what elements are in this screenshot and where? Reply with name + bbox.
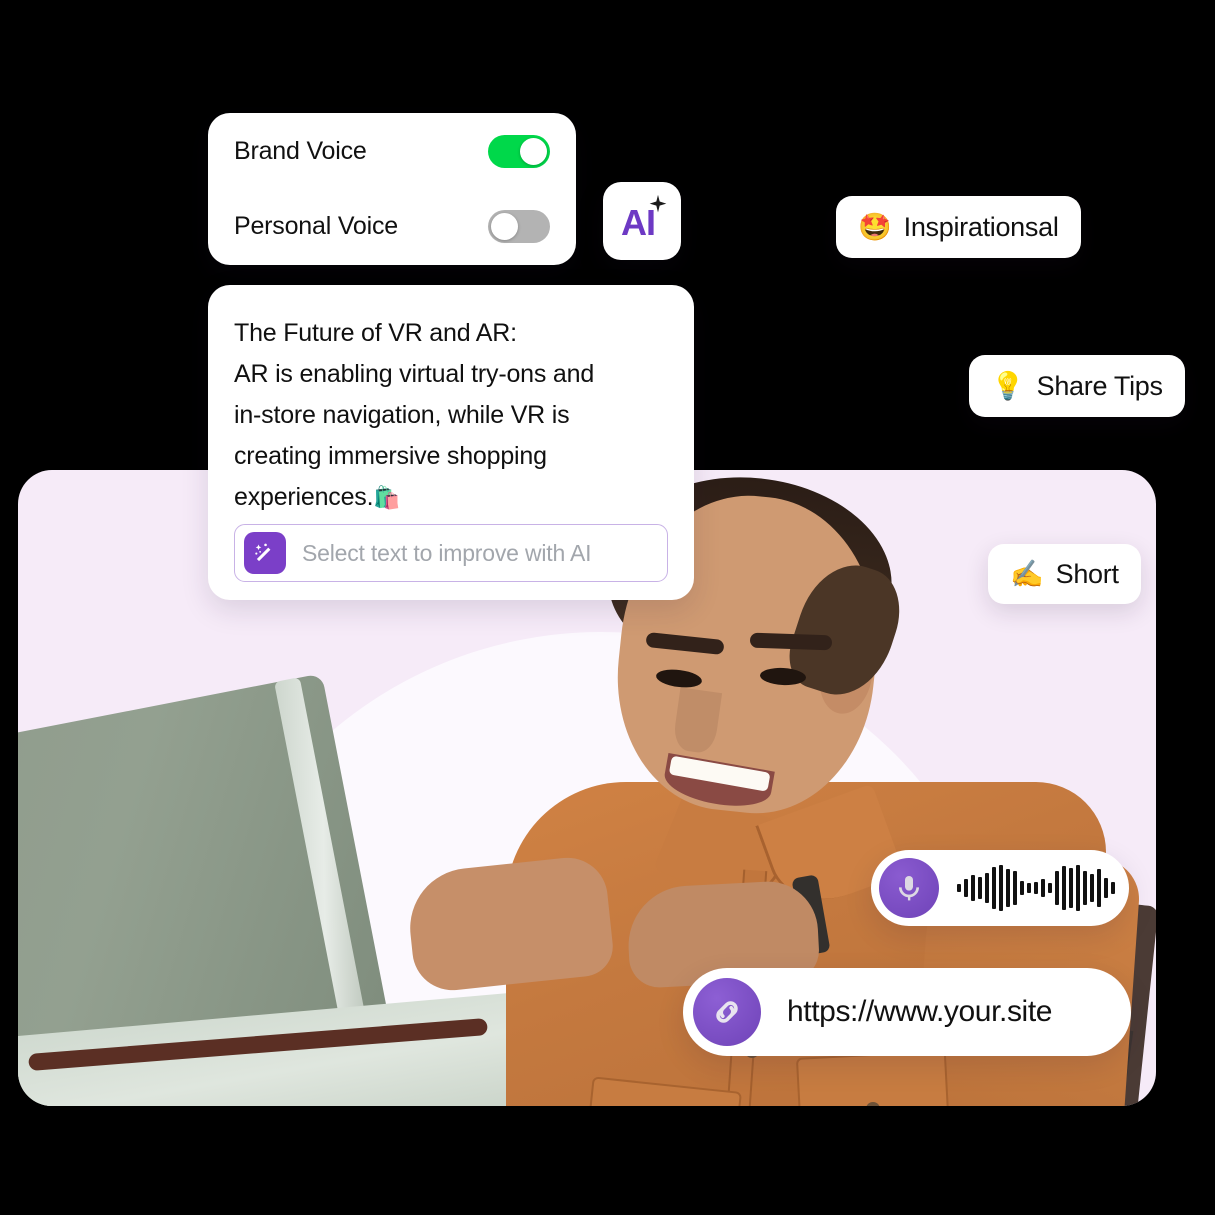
sparkle-icon bbox=[648, 194, 668, 214]
waveform-bar bbox=[1076, 865, 1080, 911]
lightbulb-emoji: 💡 bbox=[991, 370, 1025, 401]
shopping-bags-emoji: 🛍️ bbox=[373, 485, 401, 510]
waveform-bar bbox=[964, 879, 968, 897]
magic-wand-icon[interactable] bbox=[244, 532, 286, 574]
waveform-bar bbox=[992, 867, 996, 909]
waveform-bar bbox=[1062, 866, 1066, 910]
ai-improve-input[interactable]: Select text to improve with AI bbox=[234, 524, 668, 582]
composer-line-4: experiences.🛍️ bbox=[234, 483, 401, 511]
website-url: https://www.your.site bbox=[787, 995, 1053, 1028]
tag-share-tips[interactable]: 💡 Share Tips bbox=[969, 355, 1185, 417]
ai-badge-button[interactable]: AI bbox=[603, 182, 681, 260]
voice-recording-card[interactable] bbox=[871, 850, 1129, 926]
waveform-bar bbox=[1090, 874, 1094, 902]
star-struck-emoji: 🤩 bbox=[858, 211, 892, 242]
brand-voice-toggle[interactable] bbox=[488, 135, 550, 168]
screenshot-root: Brand Voice Personal Voice AI The Future… bbox=[0, 0, 1215, 1215]
composer-line-2: in-store navigation, while VR is bbox=[234, 401, 570, 429]
composer-text: The Future of VR and AR: AR is enabling … bbox=[234, 313, 668, 518]
tag-inspirational-label: Inspirationsal bbox=[903, 211, 1059, 242]
tag-inspirational[interactable]: 🤩 Inspirationsal bbox=[836, 196, 1081, 258]
composer-title: The Future of VR and AR: bbox=[234, 319, 517, 347]
brand-voice-label: Brand Voice bbox=[234, 137, 367, 165]
tag-short[interactable]: ✍️ Short bbox=[988, 544, 1141, 604]
waveform-bar bbox=[1055, 871, 1059, 905]
waveform-bar bbox=[1027, 883, 1031, 893]
waveform-bar bbox=[1048, 883, 1052, 893]
link-icon[interactable] bbox=[693, 978, 761, 1046]
brand-voice-row[interactable]: Brand Voice bbox=[234, 135, 550, 168]
ai-improve-placeholder: Select text to improve with AI bbox=[302, 539, 592, 566]
composer-line-3: creating immersive shopping bbox=[234, 442, 547, 470]
personal-voice-toggle[interactable] bbox=[488, 210, 550, 243]
waveform-bar bbox=[1013, 871, 1017, 905]
waveform-bar bbox=[1020, 881, 1024, 895]
waveform-bar bbox=[1069, 868, 1073, 908]
waveform-bar bbox=[1083, 871, 1087, 905]
waveform-bar bbox=[999, 865, 1003, 911]
waveform-bar bbox=[1034, 882, 1038, 894]
personal-voice-row[interactable]: Personal Voice bbox=[234, 210, 550, 243]
brand-voice-toggle-knob bbox=[520, 138, 547, 165]
waveform-bar bbox=[957, 884, 961, 892]
waveform-bar bbox=[1006, 869, 1010, 907]
waveform-bar bbox=[971, 875, 975, 901]
waveform-bar bbox=[978, 877, 982, 899]
audio-waveform bbox=[957, 865, 1115, 911]
personal-voice-label: Personal Voice bbox=[234, 212, 398, 240]
microphone-icon[interactable] bbox=[879, 858, 939, 918]
composer-card: The Future of VR and AR: AR is enabling … bbox=[208, 285, 694, 600]
composer-line-1: AR is enabling virtual try-ons and bbox=[234, 360, 595, 388]
waveform-bar bbox=[1104, 878, 1108, 898]
tag-share-tips-label: Share Tips bbox=[1036, 370, 1163, 401]
writing-hand-emoji: ✍️ bbox=[1010, 558, 1044, 589]
waveform-bar bbox=[1041, 879, 1045, 897]
waveform-bar bbox=[985, 873, 989, 903]
personal-voice-toggle-knob bbox=[491, 213, 518, 240]
waveform-bar bbox=[1097, 869, 1101, 907]
waveform-bar bbox=[1111, 882, 1115, 894]
website-link-card[interactable]: https://www.your.site bbox=[683, 968, 1131, 1056]
voice-settings-card: Brand Voice Personal Voice bbox=[208, 113, 576, 265]
tag-short-label: Short bbox=[1055, 558, 1119, 589]
